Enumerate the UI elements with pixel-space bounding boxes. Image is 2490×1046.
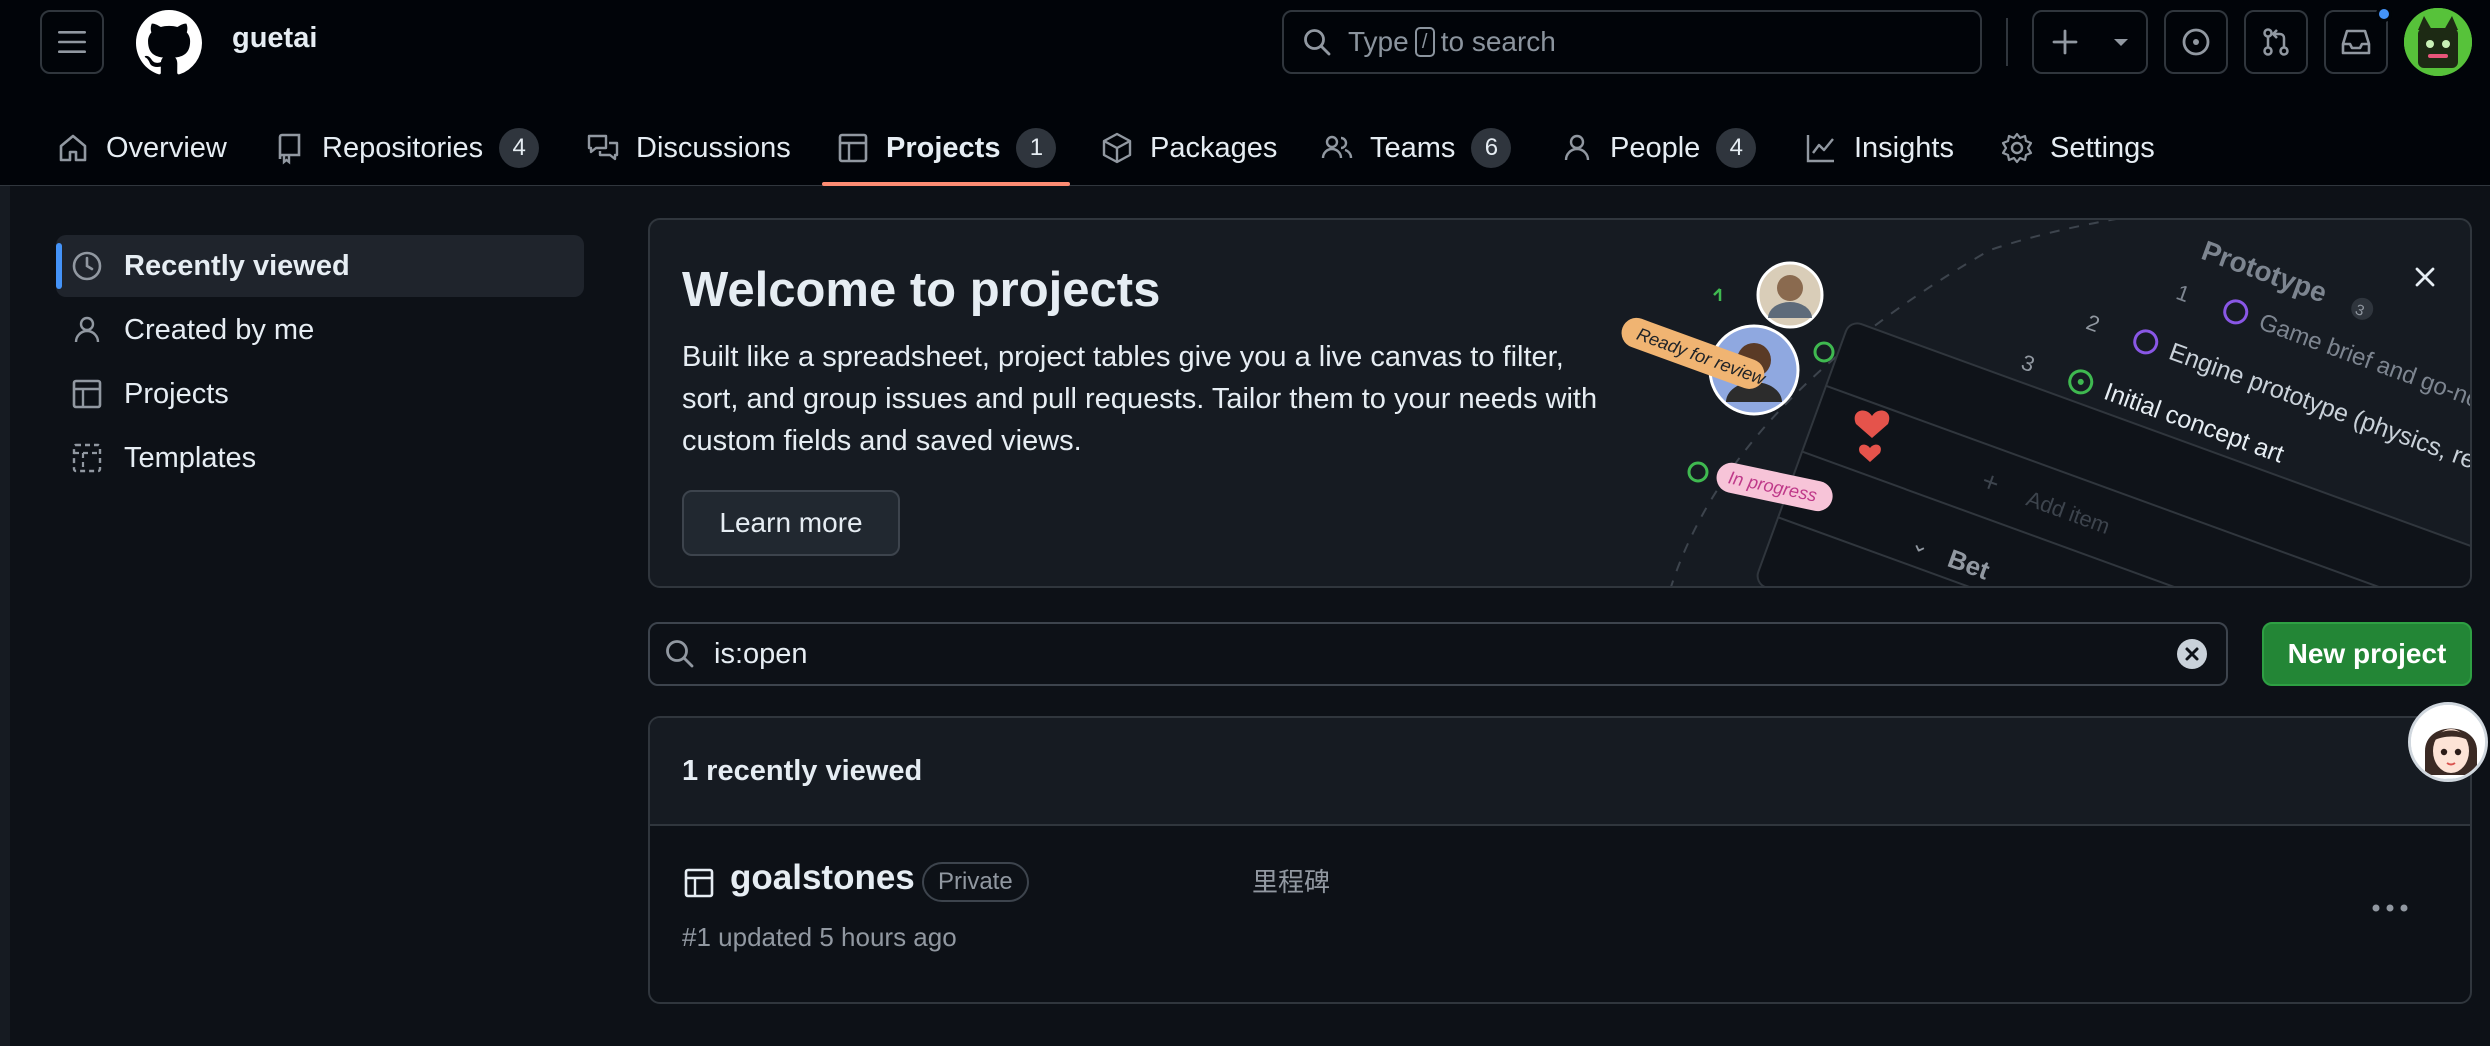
header-divider xyxy=(2006,18,2008,66)
tab-label: Teams xyxy=(1370,131,1456,164)
user-avatar[interactable] xyxy=(2404,8,2472,76)
filter-input[interactable] xyxy=(714,637,2158,671)
clock-icon xyxy=(72,251,102,281)
projects-illustration: Prototype 3 1 Game brief and go-no- 2 En… xyxy=(1621,220,2470,586)
row-number: 2 xyxy=(2083,309,2103,337)
template-icon xyxy=(72,443,102,473)
tab-label: Overview xyxy=(106,131,227,164)
project-filter[interactable] xyxy=(648,622,2228,686)
left-edge xyxy=(0,186,10,1046)
discussions-icon xyxy=(587,134,619,161)
inbox-icon xyxy=(2341,29,2371,55)
tab-label: Settings xyxy=(2050,131,2155,164)
kebab-menu-icon[interactable] xyxy=(2368,898,2412,918)
search-icon xyxy=(1304,29,1331,56)
repo-icon xyxy=(278,133,301,165)
project-meta: #1 updated 5 hours ago xyxy=(682,922,957,952)
sidebar-item-projects[interactable]: Projects xyxy=(56,363,584,425)
tab-label: Projects xyxy=(886,131,1001,164)
new-project-button[interactable]: New project xyxy=(2262,622,2472,686)
create-new-button[interactable] xyxy=(2032,10,2148,74)
pull-request-icon xyxy=(2263,28,2289,56)
tab-label: Insights xyxy=(1854,131,1954,164)
tab-count: 4 xyxy=(1716,128,1757,168)
table-icon xyxy=(684,868,714,898)
sidebar-item-label: Recently viewed xyxy=(124,249,350,282)
welcome-banner: Welcome to projects Built like a spreads… xyxy=(648,218,2472,588)
project-description: 里程碑 xyxy=(1252,868,1331,898)
tab-label: People xyxy=(1610,131,1701,164)
person-icon xyxy=(1564,134,1590,161)
tab-repositories[interactable]: Repositories 4 xyxy=(272,110,540,186)
issues-button[interactable] xyxy=(2164,10,2228,74)
learn-more-button[interactable]: Learn more xyxy=(682,490,900,556)
visibility-badge: Private xyxy=(922,862,1029,902)
tab-projects[interactable]: Projects 1 xyxy=(836,110,1057,186)
chevron-down-icon xyxy=(2113,39,2128,46)
tab-count: 4 xyxy=(499,128,540,168)
plus-icon xyxy=(2052,29,2077,55)
sidebar-item-label: Projects xyxy=(124,377,229,410)
tab-count: 1 xyxy=(1016,128,1057,168)
search-shortcut-key: / xyxy=(1414,27,1435,57)
tab-teams[interactable]: Teams 6 xyxy=(1320,110,1512,186)
clear-filter-icon[interactable] xyxy=(2176,638,2208,670)
search-suffix: to search xyxy=(1440,26,1556,57)
pull-requests-button[interactable] xyxy=(2244,10,2308,74)
tab-label: Discussions xyxy=(636,131,791,164)
sidebar-item-templates[interactable]: Templates xyxy=(56,427,584,489)
notification-dot xyxy=(2376,6,2392,22)
active-tab-indicator xyxy=(822,182,1070,186)
people-icon xyxy=(1321,135,1353,159)
table-icon xyxy=(72,379,102,409)
close-icon[interactable] xyxy=(2408,260,2442,294)
global-search[interactable]: Type / to search xyxy=(1282,10,1982,74)
issue-icon xyxy=(2182,28,2210,56)
package-icon xyxy=(1102,132,1132,164)
inbox-button[interactable] xyxy=(2324,6,2392,74)
assistant-avatar[interactable] xyxy=(2408,702,2488,782)
sidebar-item-label: Templates xyxy=(124,441,257,474)
gear-icon xyxy=(2001,132,2033,164)
list-item[interactable]: goalstones Private 里程碑 #1 updated 5 hour… xyxy=(650,718,2470,1004)
sidebar-item-created-by-me[interactable]: Created by me xyxy=(56,299,584,361)
search-icon xyxy=(666,640,694,668)
tab-discussions[interactable]: Discussions xyxy=(586,110,791,186)
org-name[interactable]: guetai xyxy=(232,22,317,55)
search-prefix: Type xyxy=(1348,26,1409,57)
tab-overview[interactable]: Overview xyxy=(56,110,227,186)
banner-description: Built like a spreadsheet, project tables… xyxy=(682,341,1598,457)
home-icon xyxy=(59,134,87,162)
table-icon xyxy=(838,133,868,163)
project-name-link[interactable]: goalstones xyxy=(730,858,915,898)
row-number: 3 xyxy=(2018,349,2038,377)
github-logo-icon[interactable] xyxy=(136,10,202,76)
row-number: 1 xyxy=(2173,279,2193,307)
menu-icon xyxy=(58,31,86,53)
banner-title: Welcome to projects xyxy=(682,263,1161,317)
tab-settings[interactable]: Settings xyxy=(2000,110,2155,186)
graph-icon xyxy=(1806,135,1834,163)
person-icon xyxy=(74,316,100,343)
sidebar-item-recently-viewed[interactable]: Recently viewed xyxy=(56,235,584,297)
tab-packages[interactable]: Packages xyxy=(1100,110,1277,186)
tab-insights[interactable]: Insights xyxy=(1804,110,1954,186)
tab-count: 6 xyxy=(1471,128,1512,168)
tab-people[interactable]: People 4 xyxy=(1560,110,1757,186)
tab-label: Repositories xyxy=(322,131,484,164)
menu-button[interactable] xyxy=(40,10,104,74)
sidebar-item-label: Created by me xyxy=(124,313,315,346)
tab-label: Packages xyxy=(1150,131,1278,164)
group-title: Prototype xyxy=(2198,235,2331,309)
